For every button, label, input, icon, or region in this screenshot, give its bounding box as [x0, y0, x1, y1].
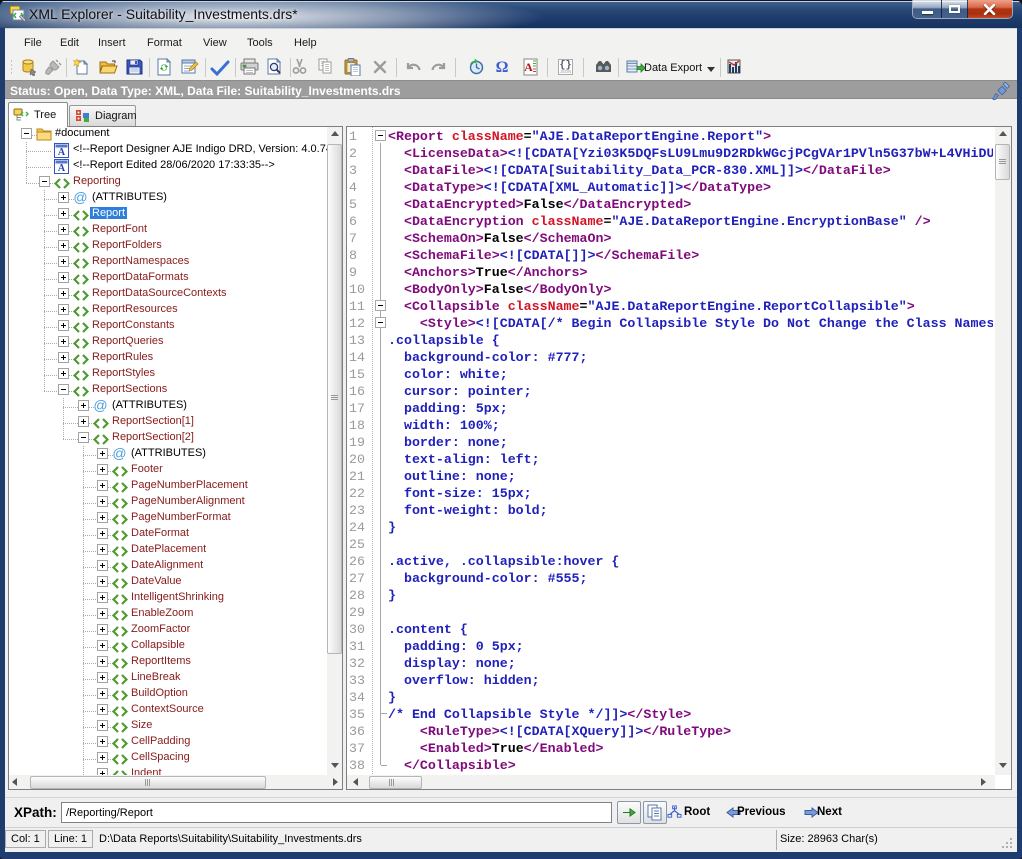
svg-text:A: A: [58, 147, 66, 158]
svg-text:Ω: Ω: [496, 59, 509, 75]
svg-text:JSON: JSON: [560, 69, 572, 74]
svg-text:A: A: [58, 163, 66, 174]
svg-text:@: @: [112, 446, 126, 461]
svg-text:@: @: [93, 398, 107, 413]
svg-text:@: @: [73, 190, 87, 205]
svg-text:A: A: [524, 60, 533, 74]
